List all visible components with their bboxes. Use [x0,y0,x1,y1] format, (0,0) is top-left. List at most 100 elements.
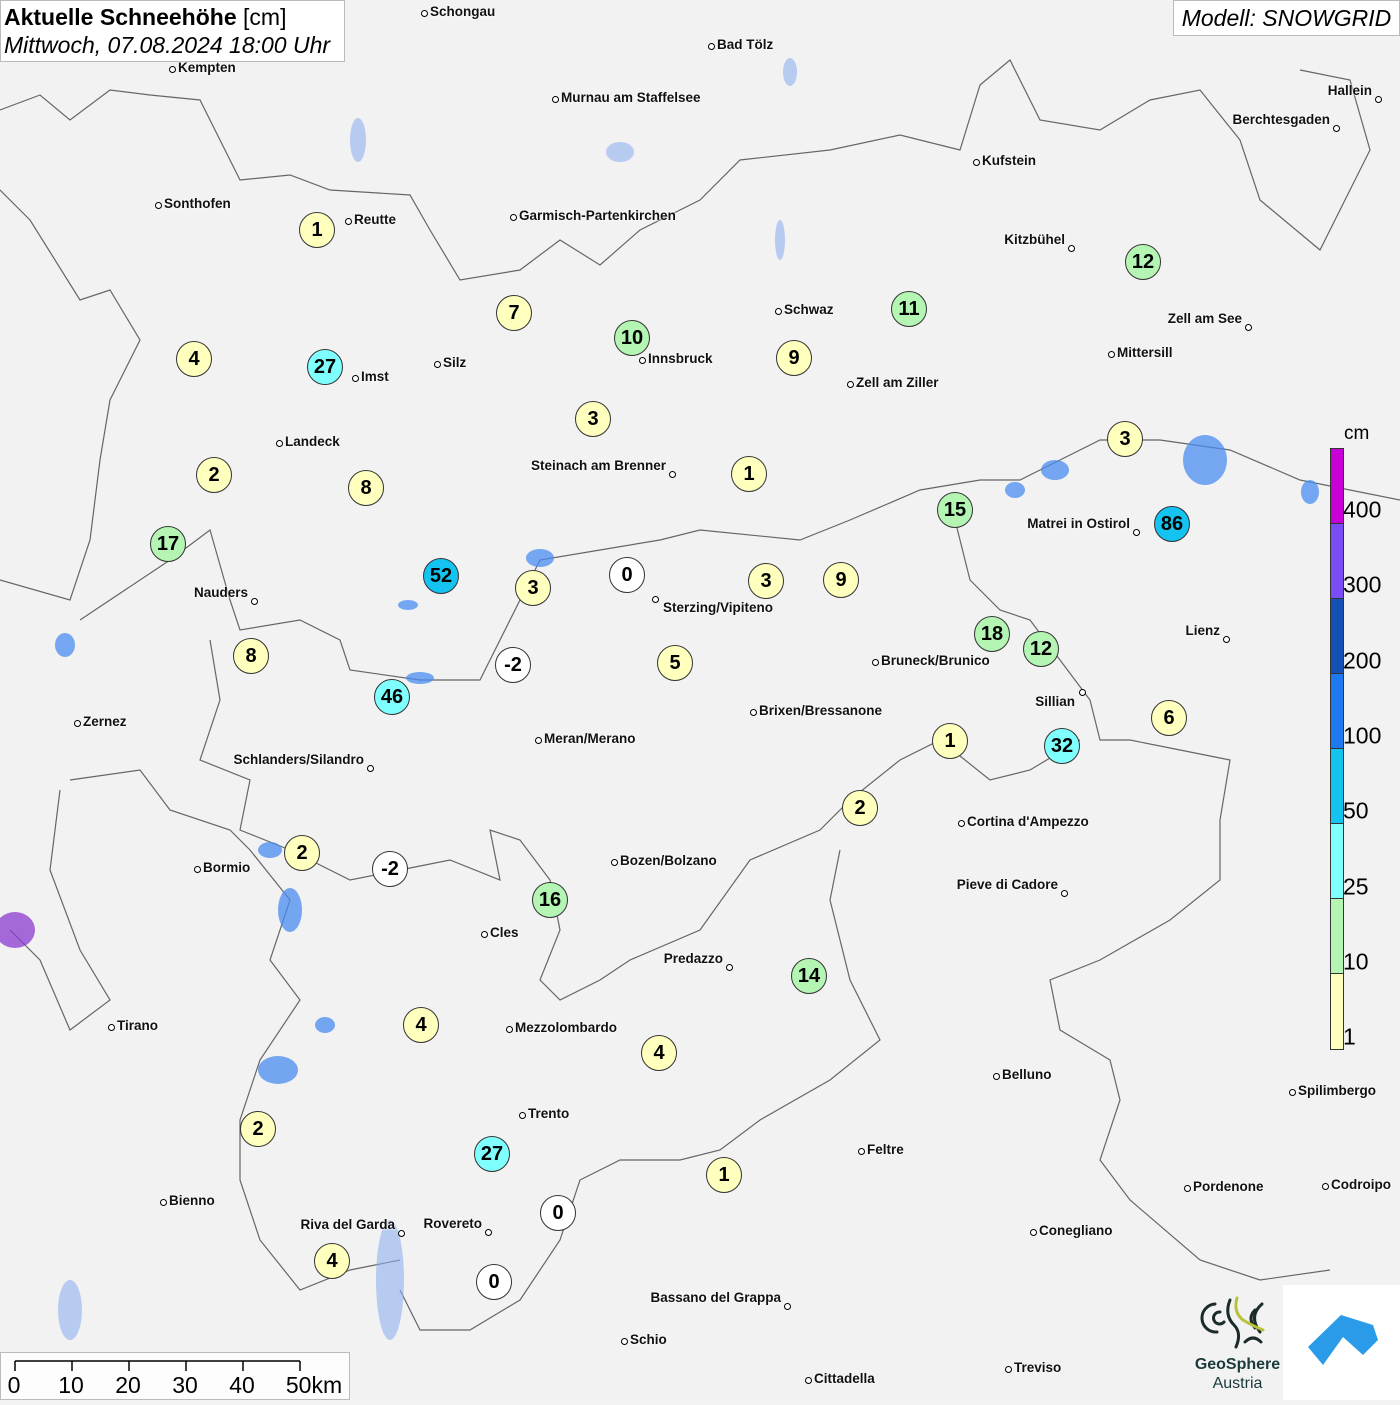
geosphere-country: Austria [1212,1375,1263,1392]
snow-depth-marker: 9 [823,562,859,598]
city-label: Lienz [1185,623,1220,638]
map-title-box: Aktuelle Schneehöhe [cm] Mittwoch, 07.08… [0,0,345,62]
city-label: Zernez [83,714,127,729]
city-label: Bozen/Bolzano [620,853,717,868]
city-dot-icon [505,1025,513,1033]
city-label: Berchtesgaden [1232,112,1330,127]
snow-depth-marker: 12 [1023,631,1059,667]
city-dot-icon [1132,528,1140,536]
city-dot-icon [871,658,879,666]
city-label: Sillian [1035,694,1075,709]
city-dot-icon [433,360,441,368]
legend-color-segment [1331,899,1343,974]
snow-depth-marker: 4 [314,1243,350,1279]
snow-depth-marker: 4 [403,1007,439,1043]
legend-label: 100 [1343,722,1382,749]
snow-depth-marker: 46 [374,679,410,715]
snow-depth-marker: 27 [307,349,343,385]
city-dot-icon [168,65,176,73]
city-label: Cittadella [814,1371,875,1386]
scale-label: 0 [7,1372,21,1398]
legend-colorbar [1330,448,1344,1050]
snow-depth-marker: 3 [1107,421,1143,457]
city-label: Pordenone [1193,1179,1264,1194]
city-dot-icon [1060,889,1068,897]
city-dot-icon [1107,350,1115,358]
city-label: Mittersill [1117,345,1173,360]
model-label: Modell: SNOWGRID [1173,0,1400,36]
legend-label: 1 [1343,1023,1356,1050]
city-label: Rovereto [423,1216,482,1231]
city-dot-icon [620,1337,628,1345]
snow-depth-marker: 1 [706,1157,742,1193]
snow-depth-marker: 2 [196,457,232,493]
snow-depth-marker: 3 [575,401,611,437]
snow-depth-marker: 14 [791,958,827,994]
city-dot-icon [275,439,283,447]
partner-logo [1283,1285,1400,1400]
city-label: Silz [443,355,467,370]
city-dot-icon [1078,688,1086,696]
legend-label: 10 [1343,948,1369,975]
snow-depth-marker: 7 [496,295,532,331]
snow-depth-marker: 16 [532,882,568,918]
city-dot-icon [857,1147,865,1155]
city-label: Imst [361,369,389,384]
city-label: Belluno [1002,1067,1052,1082]
city-label: Schlanders/Silandro [233,752,364,767]
legend-label: 400 [1343,496,1382,523]
city-dot-icon [107,1023,115,1031]
city-dot-icon [351,374,359,382]
city-dot-icon [1332,124,1340,132]
city-dot-icon [1222,635,1230,643]
city-dot-icon [957,819,965,827]
city-dot-icon [509,213,517,221]
legend-color-segment [1331,674,1343,749]
snow-depth-marker: 8 [348,470,384,506]
snow-depth-marker: 5 [657,645,693,681]
snow-depth-marker: 3 [748,563,784,599]
city-dot-icon [783,1302,791,1310]
snow-depth-marker: 1 [299,212,335,248]
city-label: Codroipo [1331,1177,1391,1192]
city-label: Trento [528,1106,570,1121]
snow-depth-marker: 1 [932,723,968,759]
snow-depth-marker: 12 [1125,244,1161,280]
legend-color-segment [1331,824,1343,899]
city-dot-icon [344,217,352,225]
city-dot-icon [551,95,559,103]
city-label: Bruneck/Brunico [881,653,990,668]
city-label: Bormio [203,860,251,875]
legend-color-segment [1331,749,1343,824]
city-dot-icon [774,307,782,315]
snow-depth-marker: 27 [474,1136,510,1172]
city-dot-icon [1004,1365,1012,1373]
city-dot-icon [159,1198,167,1206]
legend-label: 25 [1343,873,1369,899]
city-label: Murnau am Staffelsee [561,90,701,105]
city-dot-icon [193,865,201,873]
city-dot-icon [366,764,374,772]
city-label: Schongau [430,4,496,19]
city-label: Treviso [1014,1360,1062,1375]
city-label: Riva del Garda [300,1217,395,1232]
snow-depth-marker: 4 [641,1035,677,1071]
city-label: Zell am Ziller [856,375,939,390]
snow-roof-logo-icon [1308,1315,1378,1365]
snow-depth-marker: -2 [495,647,531,683]
city-label: Brixen/Bressanone [759,703,883,718]
snow-depth-marker: 86 [1154,506,1190,542]
legend-unit: cm [1344,423,1370,444]
city-dot-icon [1321,1182,1329,1190]
snow-depth-marker: 11 [891,291,927,327]
city-label: Nauders [193,585,248,600]
city-label: Garmisch-Partenkirchen [519,208,676,223]
snow-depth-marker: 10 [614,320,650,356]
city-label: Sonthofen [164,196,231,211]
scale-label: 50km [285,1372,343,1398]
city-dot-icon [73,719,81,727]
city-label: Pieve di Cadore [956,877,1058,892]
city-dot-icon [420,9,428,17]
city-label: Reutte [354,212,397,227]
city-dot-icon [846,380,854,388]
